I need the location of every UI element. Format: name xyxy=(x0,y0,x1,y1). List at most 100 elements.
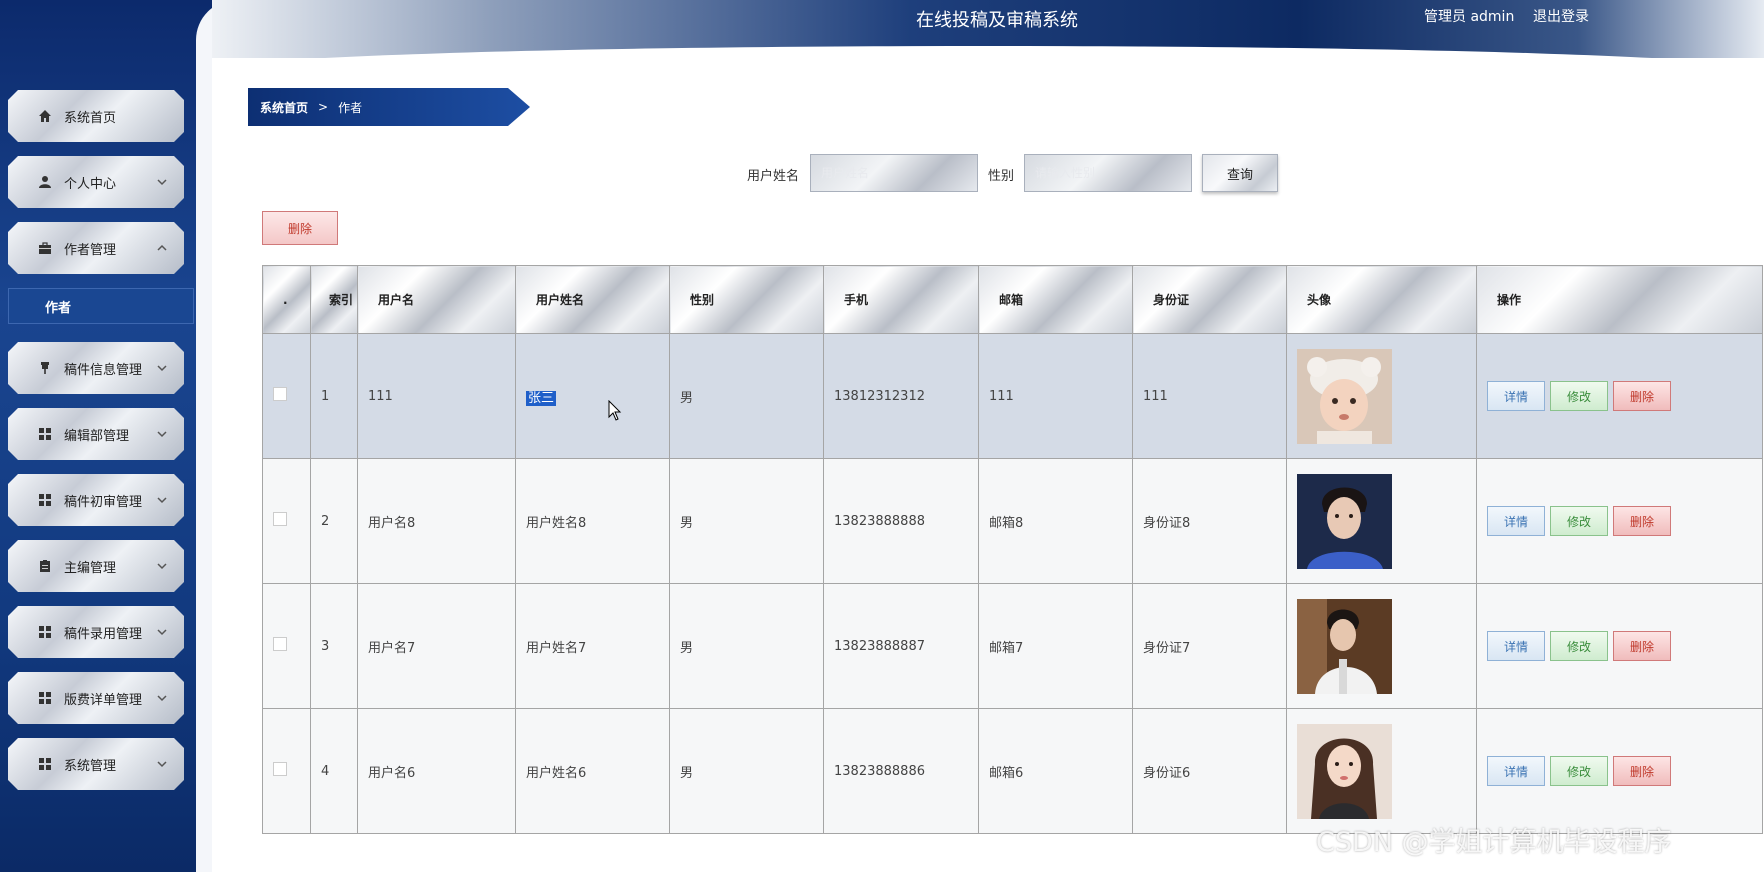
edit-button[interactable]: 修改 xyxy=(1550,631,1608,661)
delete-button[interactable]: 删除 xyxy=(1613,506,1671,536)
username-cell: 用户名6 xyxy=(357,708,516,834)
row-checkbox[interactable] xyxy=(273,637,287,651)
row-checkbox-cell[interactable] xyxy=(262,708,311,834)
chevron-down-icon xyxy=(156,692,168,704)
chevron-down-icon xyxy=(156,560,168,572)
sidebar-item-chief-editor[interactable]: 主编管理 xyxy=(8,540,184,592)
avatar-cell xyxy=(1286,583,1477,709)
table-row[interactable]: 3 用户名7 用户姓名7 男 13823888887 邮箱7 身份证7 详情 修… xyxy=(262,583,1763,709)
email-cell: 邮箱6 xyxy=(978,708,1133,834)
table-row[interactable]: 2 用户名8 用户姓名8 男 13823888888 邮箱8 身份证8 详情 修… xyxy=(262,458,1763,584)
phone-cell: 13823888886 xyxy=(823,708,979,834)
edit-button[interactable]: 修改 xyxy=(1550,506,1608,536)
table-header-row: . 索引 用户名 用户姓名 性别 手机 邮箱 身份证 头像 操作 xyxy=(262,265,1763,334)
avatar-cell xyxy=(1286,708,1477,834)
detail-button[interactable]: 详情 xyxy=(1487,631,1545,661)
chevron-down-icon xyxy=(156,362,168,374)
detail-button[interactable]: 详情 xyxy=(1487,381,1545,411)
row-checkbox[interactable] xyxy=(273,387,287,401)
name-search-input[interactable] xyxy=(810,154,978,192)
breadcrumb: 系统首页 > 作者 xyxy=(248,88,530,126)
delete-button[interactable]: 删除 xyxy=(1613,381,1671,411)
chevron-down-icon xyxy=(156,494,168,506)
actions-cell: 详情 修改 删除 xyxy=(1476,583,1763,709)
gender-cell: 男 xyxy=(669,708,824,834)
gender-search-input[interactable] xyxy=(1024,154,1192,192)
grid-icon xyxy=(38,757,52,771)
row-checkbox-cell[interactable] xyxy=(262,333,311,459)
chevron-down-icon xyxy=(156,176,168,188)
query-button[interactable]: 查询 xyxy=(1202,154,1278,192)
row-checkbox-cell[interactable] xyxy=(262,583,311,709)
row-checkbox[interactable] xyxy=(273,512,287,526)
home-icon xyxy=(38,109,52,123)
phone-cell: 13823888887 xyxy=(823,583,979,709)
author-table: . 索引 用户名 用户姓名 性别 手机 邮箱 身份证 头像 操作 1 111 张… xyxy=(262,265,1763,834)
idcard-cell: 身份证6 xyxy=(1132,708,1287,834)
row-checkbox-cell[interactable] xyxy=(262,458,311,584)
gender-cell: 男 xyxy=(669,458,824,584)
sidebar-item-fee-details[interactable]: 版费详单管理 xyxy=(8,672,184,724)
grid-icon xyxy=(38,427,52,441)
username-cell: 用户名8 xyxy=(357,458,516,584)
select-all-header[interactable]: . xyxy=(262,265,311,334)
sidebar-item-author-management[interactable]: 作者管理 xyxy=(8,222,184,274)
avatar-woman-image xyxy=(1297,723,1392,819)
sidebar-item-editorial-dept[interactable]: 编辑部管理 xyxy=(8,408,184,460)
gender-cell: 男 xyxy=(669,583,824,709)
sidebar-item-system-management[interactable]: 系统管理 xyxy=(8,738,184,790)
detail-button[interactable]: 详情 xyxy=(1487,506,1545,536)
logout-link[interactable]: 退出登录 xyxy=(1533,6,1589,26)
bulk-delete-button[interactable]: 删除 xyxy=(262,211,338,245)
idcard-cell: 111 xyxy=(1132,333,1287,459)
sidebar-item-label: 主编管理 xyxy=(64,560,117,576)
app-title: 在线投稿及审稿系统 xyxy=(916,10,1078,31)
actions-cell: 详情 修改 删除 xyxy=(1476,708,1763,834)
phone-cell: 13812312312 xyxy=(823,333,979,459)
index-cell: 3 xyxy=(310,583,358,709)
grid-icon xyxy=(38,625,52,639)
delete-button[interactable]: 删除 xyxy=(1613,631,1671,661)
breadcrumb-home[interactable]: 系统首页 xyxy=(260,99,308,116)
realname-highlight: 张三 xyxy=(526,390,557,406)
sidebar-item-initial-review[interactable]: 稿件初审管理 xyxy=(8,474,184,526)
edit-button[interactable]: 修改 xyxy=(1550,756,1608,786)
email-cell: 111 xyxy=(978,333,1133,459)
sidebar-item-label: 系统管理 xyxy=(64,758,117,774)
index-header: 索引 xyxy=(310,265,358,334)
breadcrumb-separator: > xyxy=(318,100,329,114)
idcard-cell: 身份证7 xyxy=(1132,583,1287,709)
sidebar-item-personal-center[interactable]: 个人中心 xyxy=(8,156,184,208)
index-cell: 4 xyxy=(310,708,358,834)
csdn-watermark: CSDN @学姐计算机毕设程序 xyxy=(1316,827,1672,858)
realname-cell: 用户姓名8 xyxy=(515,458,670,584)
table-row[interactable]: 1 111 张三 男 13812312312 111 111 详情 修改 删除 xyxy=(262,333,1763,459)
delete-button[interactable]: 删除 xyxy=(1613,756,1671,786)
gender-header: 性别 xyxy=(669,265,824,334)
sidebar-item-acceptance[interactable]: 稿件录用管理 xyxy=(8,606,184,658)
row-checkbox[interactable] xyxy=(273,762,287,776)
table-row[interactable]: 4 用户名6 用户姓名6 男 13823888886 邮箱6 身份证6 详情 修… xyxy=(262,708,1763,834)
sidebar: 系统首页 个人中心 作者管理 作者 稿件信息管理 编辑部管理 稿件初审管理 主编… xyxy=(0,0,212,872)
sidebar-subitem-author[interactable]: 作者 xyxy=(8,288,194,324)
sidebar-item-label: 系统首页 xyxy=(64,110,117,126)
email-cell: 邮箱7 xyxy=(978,583,1133,709)
avatar-man-white-image xyxy=(1297,598,1392,694)
username-cell: 用户名7 xyxy=(357,583,516,709)
actions-cell: 详情 修改 删除 xyxy=(1476,333,1763,459)
edit-button[interactable]: 修改 xyxy=(1550,381,1608,411)
gender-cell: 男 xyxy=(669,333,824,459)
sidebar-item-home[interactable]: 系统首页 xyxy=(8,90,184,142)
realname-cell: 用户姓名6 xyxy=(515,708,670,834)
realname-cell: 张三 xyxy=(515,333,670,459)
detail-button[interactable]: 详情 xyxy=(1487,756,1545,786)
email-cell: 邮箱8 xyxy=(978,458,1133,584)
idcard-cell: 身份证8 xyxy=(1132,458,1287,584)
gender-search-label: 性别 xyxy=(988,169,1015,184)
sidebar-item-label: 稿件录用管理 xyxy=(64,626,143,642)
mouse-cursor-icon xyxy=(608,400,622,421)
avatar-man-blue-image xyxy=(1297,473,1392,569)
chevron-down-icon xyxy=(156,428,168,440)
sidebar-item-manuscript-info[interactable]: 稿件信息管理 xyxy=(8,342,184,394)
name-search-label: 用户姓名 xyxy=(747,169,800,184)
